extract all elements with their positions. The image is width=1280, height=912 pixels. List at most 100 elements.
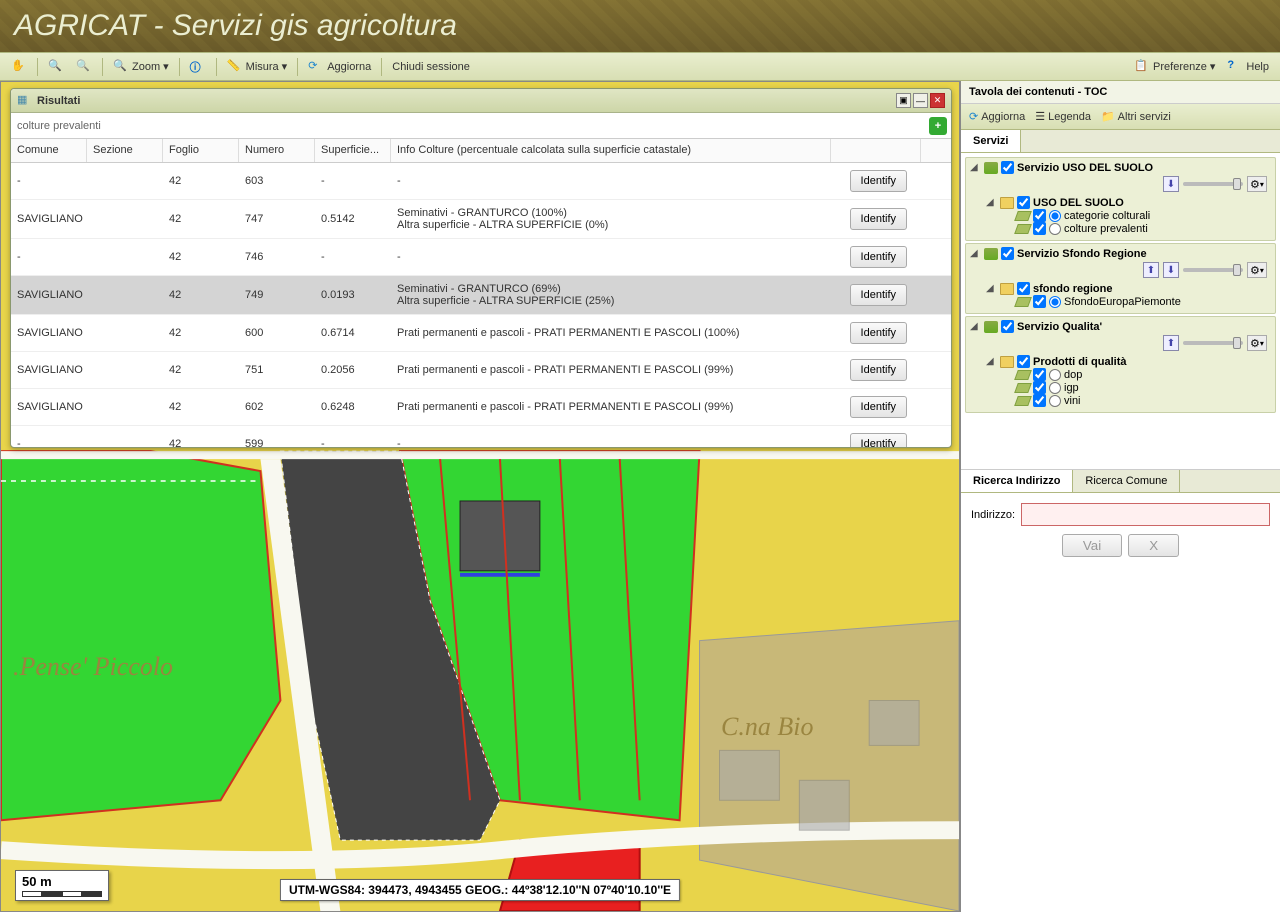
expand-icon[interactable]: ◢: [986, 356, 997, 367]
zoom-out-button[interactable]: 🔍: [71, 56, 97, 78]
group-label: USO DEL SUOLO: [1033, 197, 1124, 209]
layer-checkbox[interactable]: [1033, 368, 1046, 381]
table-row[interactable]: SAVIGLIANO426020.6248Prati permanenti e …: [11, 389, 951, 426]
group-checkbox[interactable]: [1017, 282, 1030, 295]
results-header[interactable]: ▦ Risultati ▣ — ✕: [11, 89, 951, 113]
coordinates-display: UTM-WGS84: 394473, 4943455 GEOG.: 44º38'…: [280, 879, 680, 901]
move-down-button[interactable]: ⬇: [1163, 176, 1179, 192]
table-row[interactable]: SAVIGLIANO427490.0193Seminativi - GRANTU…: [11, 276, 951, 315]
group-checkbox[interactable]: [1017, 355, 1030, 368]
zoom-out-icon: 🔍: [76, 59, 92, 75]
table-row[interactable]: SAVIGLIANO427470.5142Seminativi - GRANTU…: [11, 200, 951, 239]
zoom-dropdown[interactable]: 🔍Zoom▾: [108, 56, 174, 78]
identify-button[interactable]: Identify: [850, 170, 907, 192]
zoom-in-button[interactable]: 🔍: [43, 56, 69, 78]
identify-button[interactable]: Identify: [850, 433, 907, 447]
collapse-button[interactable]: ▣: [896, 93, 911, 108]
refresh-button[interactable]: ⟳Aggiorna: [303, 56, 376, 78]
preferences-icon: 📋: [1134, 59, 1150, 75]
group-checkbox[interactable]: [1017, 196, 1030, 209]
refresh-icon: ⟳: [969, 110, 978, 123]
help-button[interactable]: ?Help: [1222, 56, 1274, 78]
settings-button[interactable]: ⚙▾: [1247, 335, 1267, 351]
minimize-button[interactable]: —: [913, 93, 928, 108]
column-header[interactable]: Info Colture (percentuale calcolata sull…: [391, 139, 831, 162]
clear-button[interactable]: X: [1128, 534, 1179, 557]
column-header[interactable]: Numero: [239, 139, 315, 162]
layer-checkbox[interactable]: [1033, 295, 1046, 308]
layer-icon: [1014, 370, 1032, 380]
layer-radio[interactable]: [1049, 296, 1061, 308]
layer-icon: [1014, 383, 1032, 393]
move-down-button[interactable]: ⬇: [1163, 262, 1179, 278]
scale-bar: 50 m: [15, 870, 109, 901]
table-row[interactable]: SAVIGLIANO426000.6714Prati permanenti e …: [11, 315, 951, 352]
column-header[interactable]: Sezione: [87, 139, 163, 162]
indirizzo-input[interactable]: [1021, 503, 1270, 526]
zoom-in-icon: 🔍: [48, 59, 64, 75]
identify-button[interactable]: Identify: [850, 359, 907, 381]
expand-icon[interactable]: ◢: [970, 162, 981, 173]
group-label: sfondo regione: [1033, 283, 1112, 295]
table-row[interactable]: -42746--Identify: [11, 239, 951, 276]
service-checkbox[interactable]: [1001, 161, 1014, 174]
table-row[interactable]: -42603--Identify: [11, 163, 951, 200]
move-up-button[interactable]: ⬆: [1143, 262, 1159, 278]
expand-icon[interactable]: ◢: [986, 197, 997, 208]
close-session-button[interactable]: Chiudi sessione: [387, 58, 475, 76]
tab-ricerca-comune[interactable]: Ricerca Comune: [1073, 470, 1180, 492]
column-header[interactable]: Comune: [11, 139, 87, 162]
expand-icon[interactable]: ◢: [970, 248, 981, 259]
filter-input[interactable]: [11, 116, 925, 136]
group-label: Prodotti di qualità: [1033, 356, 1127, 368]
column-header[interactable]: Superficie...: [315, 139, 391, 162]
layer-radio[interactable]: [1049, 395, 1061, 407]
identify-button[interactable]: Identify: [850, 396, 907, 418]
settings-button[interactable]: ⚙▾: [1247, 176, 1267, 192]
toc-title: Tavola dei contenuti - TOC: [961, 81, 1280, 104]
expand-icon[interactable]: ◢: [970, 321, 981, 332]
folder-icon: [1000, 356, 1014, 368]
measure-dropdown[interactable]: 📏Misura▾: [222, 56, 293, 78]
layer-radio[interactable]: [1049, 369, 1061, 381]
info-button[interactable]: ⓘ: [185, 56, 211, 78]
preferences-dropdown[interactable]: 📋Preferenze▾: [1129, 56, 1220, 78]
move-up-button[interactable]: ⬆: [1163, 335, 1179, 351]
settings-button[interactable]: ⚙▾: [1247, 262, 1267, 278]
close-button[interactable]: ✕: [930, 93, 945, 108]
tab-servizi[interactable]: Servizi: [961, 130, 1021, 152]
layer-radio[interactable]: [1049, 382, 1061, 394]
table-row[interactable]: -42599--Identify: [11, 426, 951, 447]
vai-button[interactable]: Vai: [1062, 534, 1122, 557]
layer-checkbox[interactable]: [1033, 394, 1046, 407]
add-filter-button[interactable]: +: [929, 117, 947, 135]
layer-checkbox[interactable]: [1033, 381, 1046, 394]
service-checkbox[interactable]: [1001, 247, 1014, 260]
identify-button[interactable]: Identify: [850, 208, 907, 230]
chevron-down-icon: ▾: [1210, 60, 1216, 73]
identify-button[interactable]: Identify: [850, 322, 907, 344]
pan-button[interactable]: ✋: [6, 56, 32, 78]
layer-radio[interactable]: [1049, 223, 1061, 235]
layer-tree[interactable]: ◢Servizio USO DEL SUOLO⬇⚙▾◢USO DEL SUOLO…: [961, 153, 1280, 469]
identify-button[interactable]: Identify: [850, 284, 907, 306]
toc-refresh-button[interactable]: ⟳Aggiorna: [969, 110, 1025, 123]
toc-legend-button[interactable]: ☰Legenda: [1035, 110, 1091, 123]
layer-icon: [1014, 297, 1032, 307]
map-viewport[interactable]: .Pense' PiccoloC.na Bio ▦ Risultati ▣ — …: [0, 81, 960, 912]
column-header[interactable]: Foglio: [163, 139, 239, 162]
layer-checkbox[interactable]: [1033, 222, 1046, 235]
help-icon: ?: [1227, 59, 1243, 75]
service-checkbox[interactable]: [1001, 320, 1014, 333]
layer-radio[interactable]: [1049, 210, 1061, 222]
tab-ricerca-indirizzo[interactable]: Ricerca Indirizzo: [961, 470, 1073, 492]
opacity-slider[interactable]: [1183, 268, 1243, 272]
expand-icon[interactable]: ◢: [986, 283, 997, 294]
table-row[interactable]: SAVIGLIANO427510.2056Prati permanenti e …: [11, 352, 951, 389]
opacity-slider[interactable]: [1183, 341, 1243, 345]
app-title: AGRICAT - Servizi gis agricoltura: [14, 9, 457, 43]
layer-checkbox[interactable]: [1033, 209, 1046, 222]
toc-other-services-button[interactable]: 📁Altri servizi: [1101, 110, 1171, 123]
identify-button[interactable]: Identify: [850, 246, 907, 268]
opacity-slider[interactable]: [1183, 182, 1243, 186]
